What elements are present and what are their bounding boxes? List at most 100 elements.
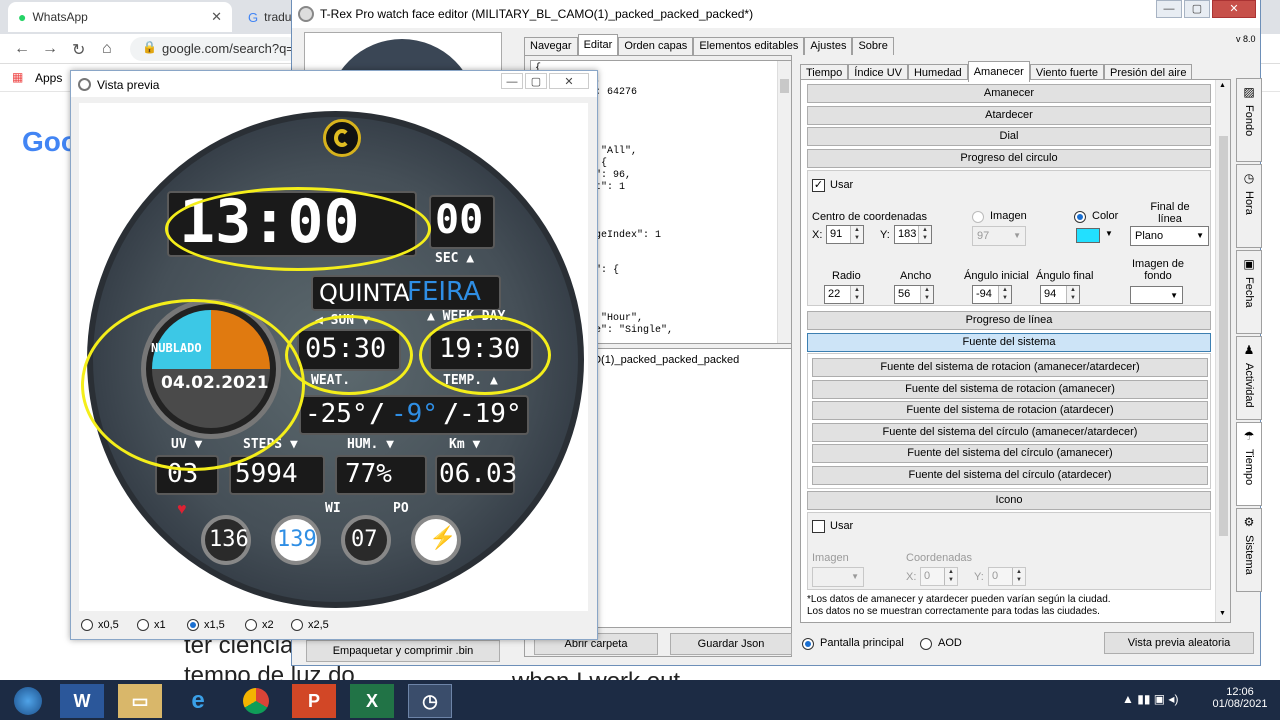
atardecer-button[interactable]: Atardecer: [807, 106, 1211, 125]
start-button[interactable]: [4, 684, 52, 718]
clock[interactable]: 12:06 01/08/2021: [1210, 686, 1270, 710]
scale-option-1[interactable]: x1: [137, 619, 166, 631]
empaquetar-button[interactable]: Empaquetar y comprimir .bin: [306, 640, 500, 662]
final-linea-select[interactable]: Plano ▼: [1130, 226, 1209, 246]
fuente-circulo-amanecer-button[interactable]: Fuente del sistema del círculo (amanecer…: [812, 444, 1208, 463]
close-icon[interactable]: ✕: [211, 9, 222, 25]
vista-previa-aleatoria-button[interactable]: Vista previa aleatoria: [1104, 632, 1254, 654]
color-swatch[interactable]: [1076, 228, 1100, 243]
fuente-sistema-group: Fuente del sistema de rotacion (amanecer…: [807, 353, 1211, 489]
icono-x-input[interactable]: 0 ▲ ▼: [920, 567, 958, 586]
side-tab-sistema[interactable]: ⚙ Sistema: [1236, 508, 1262, 592]
tab-elementos-editables[interactable]: Elementos editables: [693, 37, 805, 55]
wind-value: 07: [351, 527, 378, 552]
fuente-rotacion-ambos-button[interactable]: Fuente del sistema de rotacion (amanecer…: [812, 358, 1208, 377]
tab-amanecer[interactable]: Amanecer: [967, 61, 1030, 82]
fuente-sistema-button[interactable]: Fuente del sistema: [807, 333, 1211, 352]
guardar-json-button[interactable]: Guardar Json: [670, 633, 792, 655]
back-icon[interactable]: ←: [14, 40, 30, 58]
tab-orden-capas[interactable]: Orden capas: [618, 37, 694, 55]
y-input[interactable]: 183 ▲ ▼: [894, 225, 932, 244]
radio-input[interactable]: 22 ▲ ▼: [824, 285, 864, 304]
word-icon[interactable]: W: [60, 684, 104, 718]
editor-title-bar: T-Rex Pro watch face editor (MILITARY_BL…: [292, 0, 1260, 28]
json-scrollbar[interactable]: [777, 61, 791, 343]
icono-usar-checkbox[interactable]: [812, 520, 825, 533]
close-button[interactable]: ✕: [549, 73, 589, 89]
side-tab-hora[interactable]: ◷ Hora: [1236, 164, 1262, 248]
left-tab-strip: Navegar Editar Orden capas Elementos edi…: [524, 34, 894, 55]
fuente-rotacion-atardecer-button[interactable]: Fuente del sistema de rotacion (atardece…: [812, 401, 1208, 420]
imagen-select[interactable]: 97 ▼: [972, 226, 1026, 246]
imagen-fondo-select[interactable]: ▼: [1130, 286, 1183, 304]
fuente-circulo-ambos-button[interactable]: Fuente del sistema del círculo (amanecer…: [812, 423, 1208, 442]
trex-editor-taskbar-icon[interactable]: ◷: [408, 684, 452, 718]
clock-date: 01/08/2021: [1212, 698, 1268, 710]
aod-radio[interactable]: [920, 638, 932, 650]
temp-current: -25°: [305, 399, 368, 429]
thumbnail-preview[interactable]: [304, 32, 502, 72]
close-button[interactable]: ✕: [1212, 0, 1256, 18]
powerpoint-icon[interactable]: P: [292, 684, 336, 718]
icono-imagen-select[interactable]: ▼: [812, 567, 864, 587]
imagen-radio[interactable]: [972, 211, 984, 223]
address-bar[interactable]: 🔒 google.com/search?q=: [130, 37, 300, 61]
side-tab-tiempo[interactable]: ☂ Tiempo: [1236, 422, 1262, 506]
power-label: PO: [393, 501, 409, 516]
color-radio[interactable]: [1074, 211, 1086, 223]
system-tray-icons[interactable]: ▲ ▮▮ ▣ ◂): [1122, 692, 1178, 706]
x-input[interactable]: 91 ▲ ▼: [826, 225, 864, 244]
forward-icon[interactable]: →: [42, 40, 58, 58]
tab-navegar[interactable]: Navegar: [524, 37, 578, 55]
fuente-circulo-atardecer-button[interactable]: Fuente del sistema del círculo (atardece…: [812, 466, 1208, 485]
sec-label: SEC ▲: [435, 251, 475, 266]
chrome-icon[interactable]: [234, 684, 278, 718]
side-tab-fondo[interactable]: ▨ Fondo: [1236, 78, 1262, 162]
internet-explorer-icon[interactable]: e: [176, 684, 220, 718]
minimize-button[interactable]: —: [1156, 0, 1182, 18]
progreso-linea-button[interactable]: Progreso de línea: [807, 311, 1211, 330]
tab-sobre[interactable]: Sobre: [852, 37, 894, 55]
browser-tab-whatsapp[interactable]: ● WhatsApp ✕: [8, 2, 232, 32]
aod-label: AOD: [938, 637, 962, 649]
home-icon[interactable]: ⌂: [102, 40, 112, 58]
scale-option-0.5[interactable]: x0,5: [81, 619, 119, 631]
side-tab-actividad[interactable]: ♟ Actividad: [1236, 336, 1262, 420]
icono-y-input[interactable]: 0 ▲ ▼: [988, 567, 1026, 586]
fuente-rotacion-amanecer-button[interactable]: Fuente del sistema de rotacion (amanecer…: [812, 380, 1208, 399]
pantalla-principal-radio[interactable]: [802, 638, 814, 650]
panel-scrollbar[interactable]: ▲ ▼: [1215, 80, 1230, 622]
bookmark-apps[interactable]: Apps: [35, 71, 62, 85]
usar-checkbox[interactable]: ✓: [812, 179, 825, 192]
scale-option-2.5[interactable]: x2,5: [291, 619, 329, 631]
minimize-button[interactable]: —: [501, 73, 523, 89]
ancho-input[interactable]: 56 ▲ ▼: [894, 285, 934, 304]
maximize-button[interactable]: ▢: [525, 73, 547, 89]
chevron-down-icon[interactable]: ▼: [1105, 229, 1113, 238]
calendar-icon: ▣: [1243, 257, 1255, 271]
icono-x-label: X:: [906, 571, 917, 583]
apps-grid-icon[interactable]: ▦: [12, 70, 23, 84]
heart-rate-value: 136: [209, 527, 249, 552]
angulo-inicial-input[interactable]: -94 ▲ ▼: [972, 285, 1012, 304]
dial-button[interactable]: Dial: [807, 127, 1211, 146]
side-tab-fecha[interactable]: ▣ Fecha: [1236, 250, 1262, 334]
amanecer-button[interactable]: Amanecer: [807, 84, 1211, 103]
scale-option-1.5[interactable]: x1,5: [187, 619, 225, 631]
weekday-text-1: QUINTA: [319, 279, 410, 307]
tab-ajustes[interactable]: Ajustes: [804, 37, 853, 55]
reload-icon[interactable]: ↻: [72, 40, 85, 60]
angulo-final-input[interactable]: 94 ▲ ▼: [1040, 285, 1080, 304]
progreso-circulo-button[interactable]: Progreso del circulo: [807, 149, 1211, 168]
tab-editar[interactable]: Editar: [577, 34, 619, 55]
browser-tab-translate[interactable]: G tradu: [238, 2, 298, 32]
maximize-button[interactable]: ▢: [1184, 0, 1210, 18]
browser-tab-label: WhatsApp: [32, 10, 88, 24]
brand-logo: [323, 119, 361, 157]
icono-button[interactable]: Icono: [807, 491, 1211, 510]
explorer-icon[interactable]: ▭: [118, 684, 162, 718]
excel-icon[interactable]: X: [350, 684, 394, 718]
radio-label: Radio: [832, 270, 861, 282]
battery-dial: ⚡: [411, 515, 461, 565]
scale-option-2[interactable]: x2: [245, 619, 274, 631]
